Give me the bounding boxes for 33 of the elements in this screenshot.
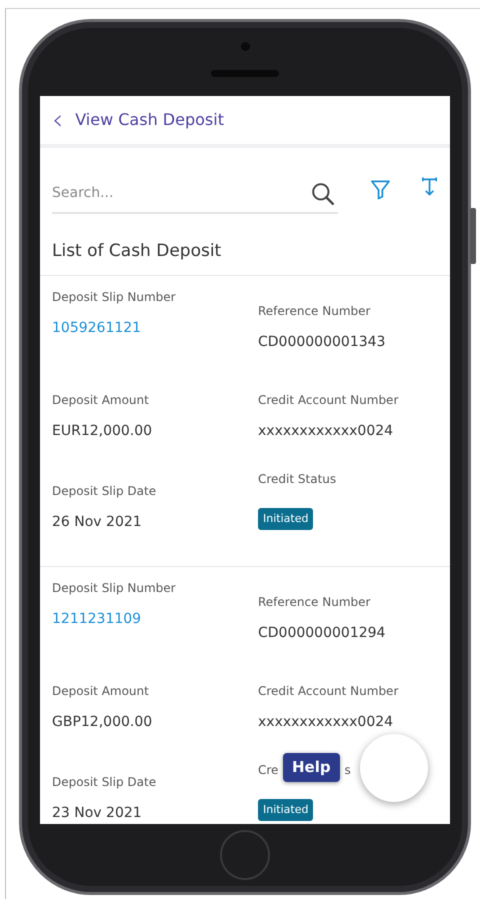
field-value: 26 Nov 2021 [52,512,143,532]
field-label: Cre [258,762,278,778]
field-value: GBP12,000.00 [52,712,154,732]
search-field[interactable]: Search... [52,183,308,214]
field-value: CD000000001343 [258,332,386,352]
field-label: Deposit Slip Date [52,482,158,500]
field-label: Reference Number [258,594,372,610]
field-value: EUR12,000.00 [52,422,154,440]
help-button[interactable]: Help [283,753,340,782]
field-label: Deposit Slip Number [52,580,177,596]
field-label: s [344,762,351,778]
sort-icon[interactable] [420,176,438,198]
slip-number-link[interactable]: 1211231109 [52,608,142,630]
filter-icon[interactable] [370,178,391,200]
search-icon[interactable] [308,182,338,214]
back-button[interactable]: ‹ [52,106,64,134]
field-label: Deposit Amount [52,682,150,700]
field-value: xxxxxxxxxxxx0024 [258,422,394,440]
field-label: Credit Status [258,470,338,488]
field-label: Deposit Amount [52,392,150,408]
field-label: Credit Account Number [258,392,400,408]
status-badge: Initiated [258,798,314,821]
list-heading: List of Cash Deposit [40,214,450,276]
field-label: Credit Account Number [258,682,400,700]
field-value: CD000000001294 [258,624,386,642]
slip-number-link[interactable]: 1059261121 [52,318,142,338]
page-title: View Cash Deposit [75,109,224,131]
field-label: Deposit Slip Number [52,288,177,306]
status-badge: Initiated [258,508,314,530]
field-value: xxxxxxxxxxxx0024 [258,712,394,732]
field-label: Deposit Slip Date [52,774,158,790]
field-value: 23 Nov 2021 [52,804,143,822]
field-label: Reference Number [258,302,372,320]
